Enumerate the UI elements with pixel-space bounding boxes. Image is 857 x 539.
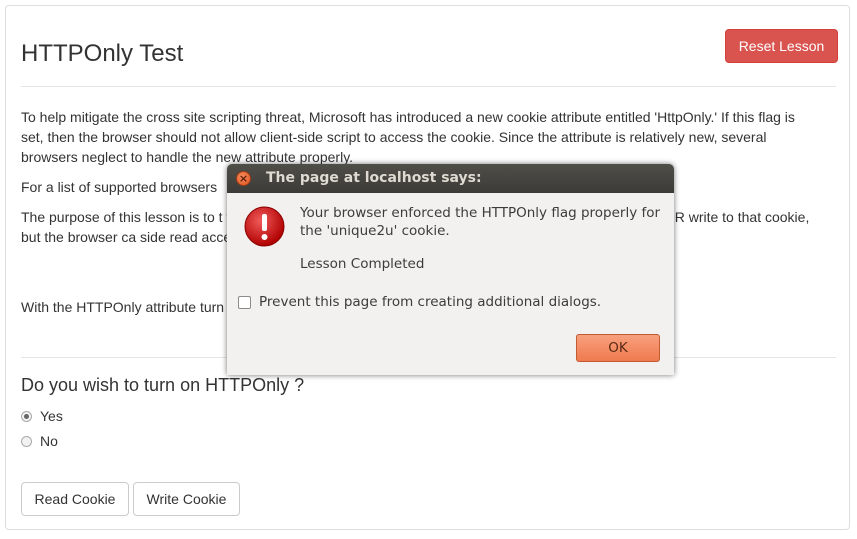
error-icon [244, 206, 285, 247]
dialog-title: The page at localhost says: [266, 170, 482, 186]
radio-option-no[interactable]: No [21, 433, 58, 449]
write-cookie-button[interactable]: Write Cookie [133, 482, 240, 516]
radio-yes-label: Yes [40, 408, 63, 424]
radio-yes[interactable] [21, 410, 32, 422]
alert-dialog: × The page at localhost says: Your brows… [227, 164, 674, 375]
page-title: HTTPOnly Test [21, 40, 184, 67]
read-cookie-button[interactable]: Read Cookie [21, 482, 129, 516]
radio-no[interactable] [21, 435, 32, 447]
prevent-dialogs-checkbox[interactable] [238, 295, 251, 309]
reset-lesson-button[interactable]: Reset Lesson [725, 29, 838, 63]
intro-paragraph: To help mitigate the cross site scriptin… [21, 109, 795, 165]
close-icon[interactable]: × [236, 171, 251, 186]
divider [21, 86, 836, 87]
radio-no-label: No [40, 433, 58, 449]
httponly-question: Do you wish to turn on HTTPOnly ? [21, 375, 305, 395]
ok-button[interactable]: OK [576, 334, 660, 362]
prevent-dialogs-label: Prevent this page from creating addition… [259, 294, 602, 310]
radio-option-yes[interactable]: Yes [21, 408, 63, 424]
dialog-message: Your browser enforced the HTTPOnly flag … [300, 205, 661, 239]
prevent-dialogs-option[interactable]: Prevent this page from creating addition… [238, 294, 601, 310]
dialog-titlebar: × The page at localhost says: [227, 164, 674, 193]
dialog-status: Lesson Completed [300, 256, 425, 272]
